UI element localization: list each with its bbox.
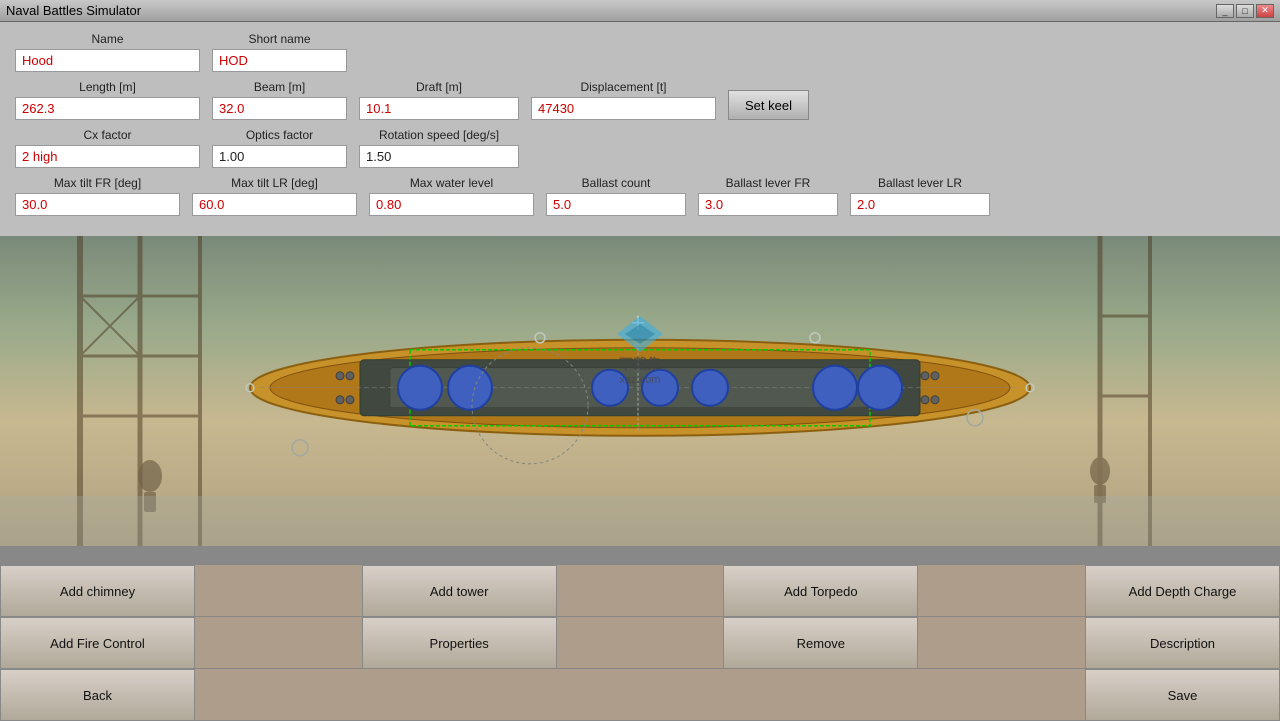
- button-row-2: Add Fire Control Properties Remove Descr…: [0, 616, 1280, 668]
- max-water-label: Max water level: [369, 176, 534, 190]
- cx-factor-label: Cx factor: [15, 128, 200, 142]
- displacement-label: Displacement [t]: [531, 80, 716, 94]
- optics-input[interactable]: [212, 145, 347, 168]
- ballast-row: Max tilt FR [deg] Max tilt LR [deg] Max …: [15, 176, 1265, 216]
- tilt-fr-input[interactable]: [15, 193, 180, 216]
- ballast-count-input[interactable]: [546, 193, 686, 216]
- window-controls: _ □ ✕: [1216, 4, 1274, 18]
- save-button[interactable]: Save: [1085, 669, 1280, 721]
- name-label: Name: [15, 32, 200, 46]
- description-button[interactable]: Description: [1085, 617, 1280, 669]
- displacement-input[interactable]: [531, 97, 716, 120]
- length-label: Length [m]: [15, 80, 200, 94]
- ship-view[interactable]: [240, 308, 1040, 468]
- tilt-lr-label: Max tilt LR [deg]: [192, 176, 357, 190]
- form-panel: Name Short name Length [m] Beam [m] Draf…: [0, 22, 1280, 236]
- tilt-lr-input[interactable]: [192, 193, 357, 216]
- max-water-input[interactable]: [369, 193, 534, 216]
- dimensions-row: Length [m] Beam [m] Draft [m] Displaceme…: [15, 80, 1265, 120]
- draft-input[interactable]: [359, 97, 519, 120]
- cx-factor-input[interactable]: [15, 145, 200, 168]
- ballast-lr-label: Ballast lever LR: [850, 176, 990, 190]
- ballast-fr-group: Ballast lever FR: [698, 176, 838, 216]
- factors-row: Cx factor Optics factor Rotation speed […: [15, 128, 1265, 168]
- name-input[interactable]: [15, 49, 200, 72]
- spacer-1: [195, 565, 362, 616]
- length-input[interactable]: [15, 97, 200, 120]
- beam-label: Beam [m]: [212, 80, 347, 94]
- ballast-fr-label: Ballast lever FR: [698, 176, 838, 190]
- draft-group: Draft [m]: [359, 80, 519, 120]
- draft-label: Draft [m]: [359, 80, 519, 94]
- spacer-2: [557, 565, 724, 616]
- short-name-label: Short name: [212, 32, 347, 46]
- beam-group: Beam [m]: [212, 80, 347, 120]
- displacement-group: Displacement [t]: [531, 80, 716, 120]
- rotation-label: Rotation speed [deg/s]: [359, 128, 519, 142]
- name-group: Name: [15, 32, 200, 72]
- properties-button[interactable]: Properties: [362, 617, 557, 669]
- optics-label: Optics factor: [212, 128, 347, 142]
- rotation-input[interactable]: [359, 145, 519, 168]
- back-button[interactable]: Back: [0, 669, 195, 721]
- tilt-fr-label: Max tilt FR [deg]: [15, 176, 180, 190]
- rotation-group: Rotation speed [deg/s]: [359, 128, 519, 168]
- remove-button[interactable]: Remove: [723, 617, 918, 669]
- ballast-lr-input[interactable]: [850, 193, 990, 216]
- ballast-count-label: Ballast count: [546, 176, 686, 190]
- close-button[interactable]: ✕: [1256, 4, 1274, 18]
- add-fire-control-button[interactable]: Add Fire Control: [0, 617, 195, 669]
- max-water-group: Max water level: [369, 176, 534, 216]
- add-depth-charge-button[interactable]: Add Depth Charge: [1085, 565, 1280, 617]
- minimize-button[interactable]: _: [1216, 4, 1234, 18]
- short-name-group: Short name: [212, 32, 347, 72]
- add-torpedo-button[interactable]: Add Torpedo: [723, 565, 918, 617]
- add-chimney-button[interactable]: Add chimney: [0, 565, 195, 617]
- ballast-lr-group: Ballast lever LR: [850, 176, 990, 216]
- bottom-panel: Add chimney Add tower Add Torpedo Add De…: [0, 564, 1280, 720]
- spacer-5: [557, 617, 724, 668]
- spacer-3: [918, 565, 1085, 616]
- spacer-6: [918, 617, 1085, 668]
- button-row-1: Add chimney Add tower Add Torpedo Add De…: [0, 564, 1280, 616]
- add-tower-button[interactable]: Add tower: [362, 565, 557, 617]
- optics-group: Optics factor: [212, 128, 347, 168]
- set-keel-button[interactable]: Set keel: [728, 90, 809, 120]
- cx-factor-group: Cx factor: [15, 128, 200, 168]
- tilt-lr-group: Max tilt LR [deg]: [192, 176, 357, 216]
- ballast-count-group: Ballast count: [546, 176, 686, 216]
- short-name-input[interactable]: [212, 49, 347, 72]
- window-title: Naval Battles Simulator: [6, 3, 141, 18]
- spacer-4: [195, 617, 362, 668]
- spacer-7: [195, 669, 1085, 720]
- name-row: Name Short name: [15, 32, 1265, 72]
- tilt-fr-group: Max tilt FR [deg]: [15, 176, 180, 216]
- ship-canvas[interactable]: 下载集 xaz.com: [0, 236, 1280, 546]
- beam-input[interactable]: [212, 97, 347, 120]
- titlebar: Naval Battles Simulator _ □ ✕: [0, 0, 1280, 22]
- length-group: Length [m]: [15, 80, 200, 120]
- ballast-fr-input[interactable]: [698, 193, 838, 216]
- button-row-3: Back Save: [0, 668, 1280, 720]
- maximize-button[interactable]: □: [1236, 4, 1254, 18]
